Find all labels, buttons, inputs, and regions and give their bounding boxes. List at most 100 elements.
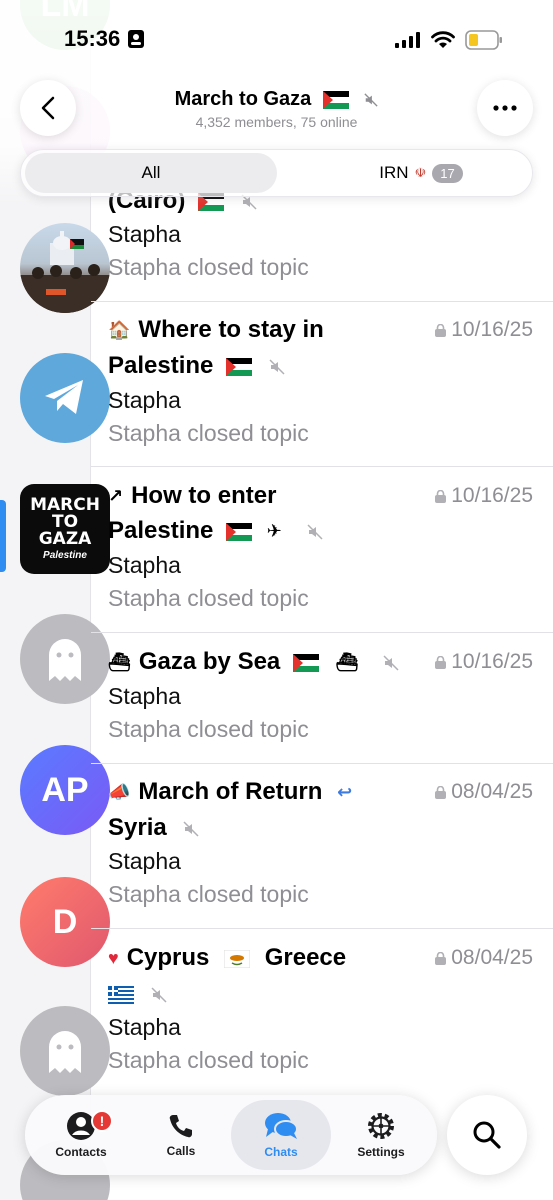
topic-date-text: 10/16/25 (451, 484, 533, 507)
topic-title-text: Syria (108, 814, 167, 841)
topic-date-text: 10/16/25 (451, 318, 533, 341)
march-logo-line3: GAZA (38, 529, 92, 549)
topic-row[interactable]: ↗ How to enter 10/16/25 Palestine ✈ Staph… (91, 467, 553, 633)
gear-icon (368, 1113, 394, 1139)
ship-icon: ⛴ (108, 652, 131, 673)
mute-icon (183, 821, 199, 837)
avatar-initials: AP (41, 770, 89, 809)
chevron-left-icon (41, 96, 55, 120)
status-time: 15:36 (64, 26, 121, 51)
topic-sender: Stapha (108, 552, 181, 578)
arrow-square-icon: ↗ (108, 486, 124, 507)
topic-title-text: How to enter (131, 482, 277, 509)
topic-row[interactable]: ⛴ Gaza by Sea ⛴ 10/16/25 Stapha Stapha cl… (91, 633, 553, 764)
topic-title-line2 (108, 976, 533, 1011)
mute-icon (306, 524, 323, 540)
topic-preview: Stapha closed topic (108, 585, 309, 611)
segment-irn-label: IRN (379, 163, 409, 182)
return-arrow-icon: ↩ (337, 782, 353, 803)
wifi-icon (431, 31, 455, 48)
tab-settings-label: Settings (357, 1145, 405, 1159)
tab-bar: Contacts ! Calls Chats Settings (25, 1095, 437, 1175)
megaphone-icon: 📣 (108, 782, 131, 803)
topic-title-text: Cyprus (126, 944, 210, 971)
tab-chats-label: Chats (264, 1145, 298, 1159)
airplane-icon: ✈ (266, 521, 282, 542)
back-button[interactable] (20, 80, 76, 136)
signal-icon (395, 32, 420, 48)
ghost-icon (49, 1031, 81, 1073)
lock-icon (435, 655, 447, 669)
lock-icon (435, 489, 447, 503)
chat-subtitle: 4,352 members, 75 online (195, 114, 358, 130)
iran-emblem-icon: ☫ (414, 165, 427, 180)
mute-icon (383, 655, 399, 671)
palestine-flag-icon (322, 90, 349, 109)
topic-row[interactable]: 🏠 Where to stay in 10/16/25 Palestine Sta… (91, 302, 553, 467)
topic-date-text: 10/16/25 (451, 650, 533, 673)
topic-title-line2: Palestine ✈ (108, 513, 533, 549)
topic-title-line2: Syria (108, 810, 533, 845)
search-icon (473, 1121, 501, 1149)
topic-preview: Stapha closed topic (108, 420, 309, 446)
topic-preview: Stapha closed topic (108, 716, 309, 742)
id-card-icon (128, 30, 144, 48)
ship-icon: ⛴ (335, 652, 359, 673)
palestine-flag-icon (226, 357, 253, 376)
march-logo-sub: Palestine (43, 550, 87, 561)
avatar-initials: D (52, 902, 78, 941)
phone-icon (169, 1115, 192, 1138)
topic-sender: Stapha (108, 387, 181, 413)
selected-indicator (0, 500, 6, 572)
contacts-alert-badge: ! (91, 1110, 113, 1132)
topic-date: 08/04/25 (435, 774, 533, 809)
topic-date: 10/16/25 (435, 312, 533, 347)
segment-irn-badge: 17 (432, 163, 463, 183)
mute-icon (269, 359, 285, 375)
topic-row[interactable]: 📣 March of Return ↩ 08/04/25 Syria Stapha… (91, 764, 553, 929)
heart-icon: ♥ (108, 948, 119, 969)
topic-title-line2: Palestine (108, 348, 533, 383)
tab-chats[interactable]: Chats (231, 1100, 331, 1170)
tab-settings[interactable]: Settings (331, 1100, 431, 1170)
lock-icon (435, 951, 447, 965)
topic-date-text: 08/04/25 (451, 780, 533, 803)
ellipsis-icon (493, 105, 517, 111)
tab-contacts[interactable]: Contacts ! (31, 1100, 131, 1170)
status-icons (395, 30, 503, 50)
segment-irn[interactable]: IRN ☫ 17 (321, 153, 521, 193)
topic-title-text: Palestine (108, 352, 214, 379)
topic-row[interactable]: ♥ Cyprus Greece 08/04/25 Stapha Stapha cl… (91, 929, 553, 1100)
topic-date-text: 08/04/25 (451, 946, 533, 969)
mute-icon (151, 987, 167, 1003)
topic-title-text: March of Return (138, 778, 323, 805)
topic-sender: Stapha (108, 1014, 181, 1040)
cyprus-flag-icon (224, 949, 251, 968)
search-button[interactable] (447, 1095, 527, 1175)
segment-all-label: All (141, 163, 161, 182)
paper-plane-icon (45, 380, 83, 414)
topic-title-text: Gaza by Sea (138, 648, 281, 675)
chat-title[interactable]: March to Gaza (100, 88, 453, 111)
more-button[interactable] (477, 80, 533, 136)
palestine-flag-icon (292, 653, 319, 672)
battery-icon (465, 30, 502, 50)
topic-sender: Stapha (108, 848, 181, 874)
topic-sender: Stapha (108, 683, 181, 709)
lock-icon (435, 785, 447, 799)
topic-title-text: Greece (264, 944, 347, 971)
chat-bubbles-icon (265, 1113, 298, 1139)
folder-segment-control: All IRN ☫ 17 (20, 149, 533, 197)
house-icon: 🏠 (108, 320, 131, 341)
tab-calls-label: Calls (166, 1144, 196, 1158)
greece-flag-icon (108, 985, 134, 1004)
mute-icon (364, 93, 378, 107)
tab-calls[interactable]: Calls (131, 1100, 231, 1170)
topic-preview: Stapha closed topic (108, 1047, 309, 1073)
palestine-flag-icon (226, 522, 253, 541)
segment-all[interactable]: All (25, 153, 277, 193)
topic-sender: Stapha (108, 221, 181, 247)
ghost-icon (49, 639, 81, 681)
topic-preview: Stapha closed topic (108, 881, 309, 907)
tab-contacts-label: Contacts (55, 1145, 107, 1159)
